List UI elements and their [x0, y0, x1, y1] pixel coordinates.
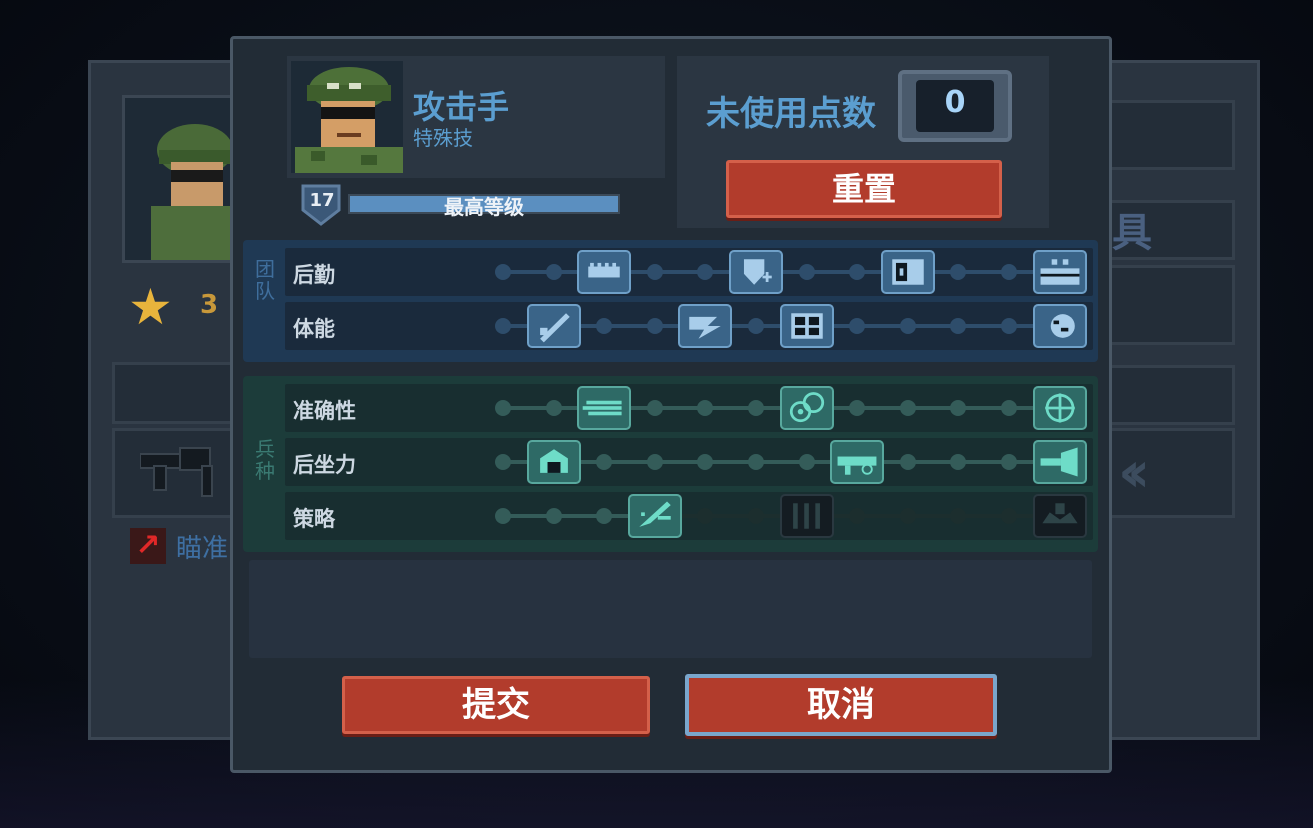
- submit-button[interactable]: 提交: [342, 676, 650, 734]
- skill-node[interactable]: [646, 318, 663, 334]
- crosshair-icon[interactable]: [1032, 386, 1087, 430]
- skill-node[interactable]: [646, 400, 663, 416]
- aim-arrow-icon: ↗: [130, 528, 166, 564]
- class-subtitle: 特殊技: [413, 126, 473, 150]
- skill-node[interactable]: [545, 508, 562, 524]
- unused-points-value: 0: [944, 85, 966, 120]
- reset-button[interactable]: 重置: [726, 160, 1002, 218]
- skill-node[interactable]: [1001, 508, 1017, 524]
- skill-track: [503, 460, 1060, 464]
- chevron-left-icon: ‹‹: [1118, 440, 1150, 505]
- knife-icon[interactable]: [526, 304, 581, 348]
- skill-node[interactable]: [495, 318, 511, 334]
- skill-node[interactable]: [1001, 264, 1017, 280]
- level-number: 17: [309, 190, 335, 211]
- skill-node[interactable]: [748, 454, 764, 470]
- skill-node[interactable]: [899, 508, 916, 524]
- skill-node[interactable]: [899, 454, 916, 470]
- skill-row-label: 策略: [293, 507, 335, 531]
- airstrike-icon[interactable]: [627, 494, 682, 538]
- skill-node[interactable]: [748, 318, 764, 334]
- skill-node[interactable]: [748, 400, 764, 416]
- star-rank-icon: ★: [128, 278, 173, 336]
- skill-node[interactable]: [798, 454, 815, 470]
- rifle-grip-icon[interactable]: [830, 440, 885, 484]
- section-arm-label: 兵种: [255, 437, 275, 483]
- weapon-icon: [140, 447, 213, 497]
- soldier-portrait-icon: [151, 124, 239, 260]
- skill-description-area: [249, 560, 1092, 658]
- skill-node[interactable]: [495, 400, 511, 416]
- muzzle-icon[interactable]: [1032, 440, 1087, 484]
- bullet-streak-icon[interactable]: [577, 386, 632, 430]
- skill-node[interactable]: [899, 400, 916, 416]
- brain-icon[interactable]: [1032, 304, 1087, 348]
- skill-node[interactable]: [495, 264, 511, 280]
- skill-node[interactable]: [495, 454, 511, 470]
- unused-points-label: 未使用点数: [706, 94, 876, 134]
- star-rank-count: 3: [200, 290, 219, 320]
- claw-icon[interactable]: [779, 494, 834, 538]
- sprint-icon[interactable]: [678, 304, 733, 348]
- background-partial-text: 具: [1112, 210, 1152, 256]
- armor-vest-icon[interactable]: [779, 304, 834, 348]
- skill-node[interactable]: [646, 264, 663, 280]
- shield-plus-icon[interactable]: [729, 250, 783, 294]
- supply-crate-icon[interactable]: [1032, 250, 1087, 294]
- skill-row-label: 后勤: [293, 263, 335, 287]
- skill-row-label: 后坐力: [293, 453, 356, 477]
- soldier-avatar-icon: [291, 61, 403, 173]
- double-target-icon[interactable]: [779, 386, 834, 430]
- weapon-skill-label: 瞄准: [176, 534, 229, 564]
- grid-ammo-icon[interactable]: [577, 250, 632, 294]
- background-portrait: [122, 95, 242, 263]
- drone-icon[interactable]: [1032, 494, 1087, 538]
- skill-node[interactable]: [646, 454, 663, 470]
- skill-node[interactable]: [1001, 454, 1017, 470]
- skill-row-label: 体能: [293, 317, 335, 341]
- level-status-text: 最高等级: [444, 195, 524, 219]
- skill-node[interactable]: [899, 318, 916, 334]
- skill-node[interactable]: [1001, 318, 1017, 334]
- skill-node[interactable]: [1001, 400, 1017, 416]
- skill-node[interactable]: [495, 508, 511, 524]
- class-portrait: [291, 61, 403, 173]
- skill-row-label: 准确性: [293, 399, 356, 423]
- skill-node[interactable]: [545, 400, 562, 416]
- skill-node[interactable]: [798, 264, 815, 280]
- medkit-icon[interactable]: [880, 250, 935, 294]
- gun-mount-icon[interactable]: [526, 440, 581, 484]
- cancel-button[interactable]: 取消: [685, 674, 997, 736]
- skill-node[interactable]: [545, 264, 562, 280]
- section-team-label: 团队: [255, 257, 275, 303]
- skill-node[interactable]: [748, 508, 764, 524]
